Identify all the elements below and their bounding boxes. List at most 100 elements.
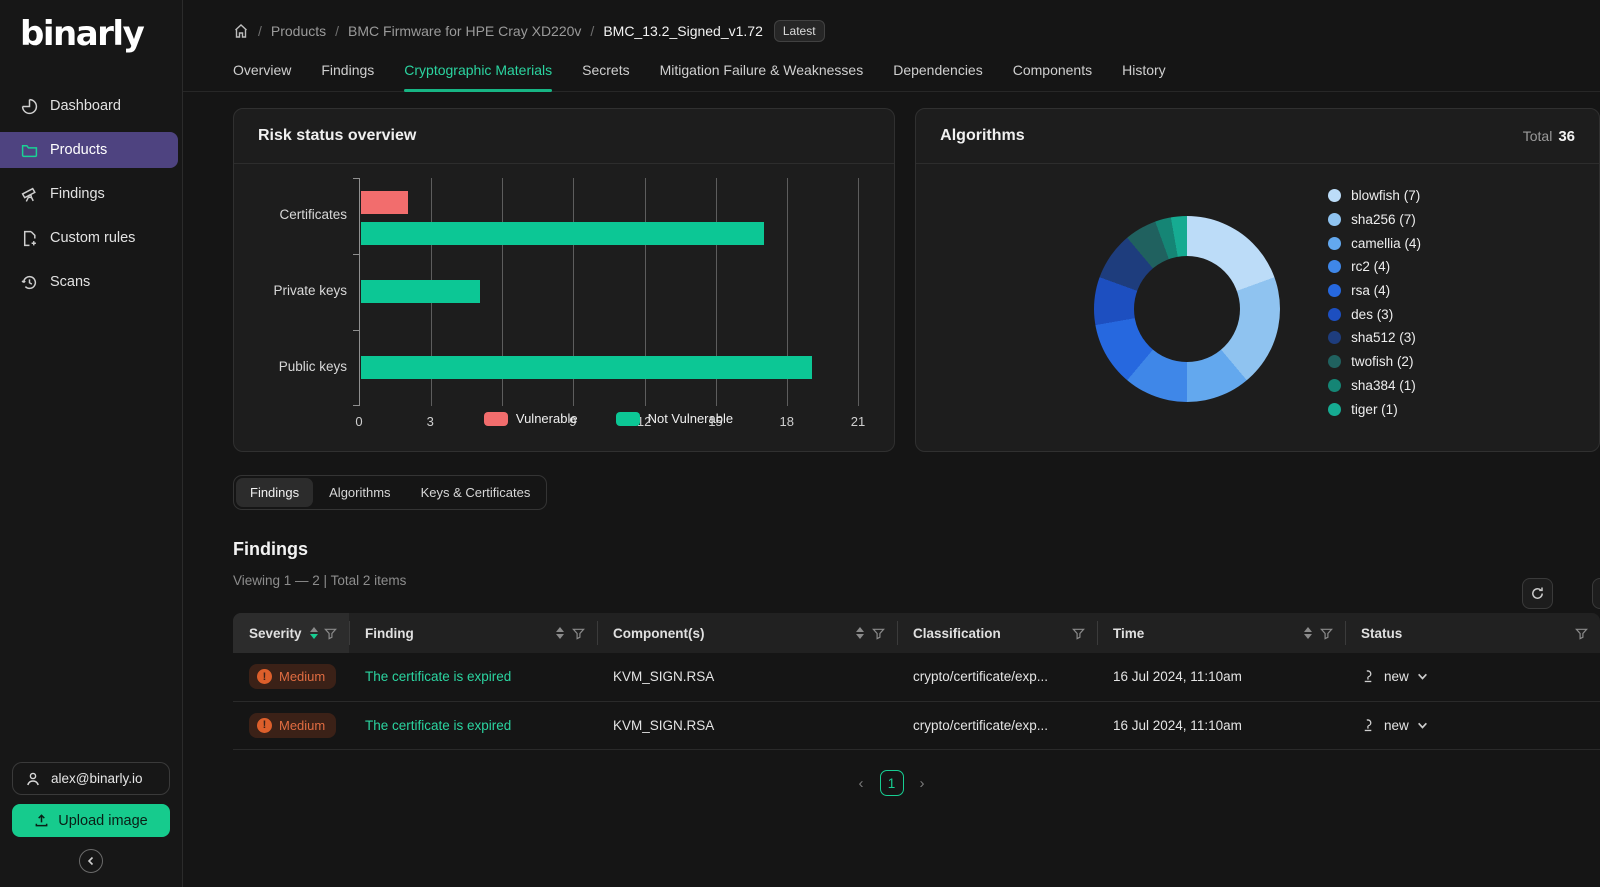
latest-badge: Latest — [773, 20, 825, 42]
home-icon[interactable] — [233, 23, 249, 39]
time-cell: 16 Jul 2024, 11:10am — [1113, 669, 1242, 685]
tab-dependencies[interactable]: Dependencies — [893, 62, 983, 91]
column-header-time[interactable]: Time — [1097, 613, 1345, 653]
sidebar-item-findings[interactable]: Findings — [0, 176, 178, 212]
tab-findings[interactable]: Findings — [321, 62, 374, 91]
sort-icon[interactable] — [1304, 627, 1312, 639]
legend-item-rc2: rc2 (4) — [1328, 255, 1421, 279]
sidebar-item-label: Scans — [50, 274, 91, 290]
account-button[interactable]: alex@binarly.io — [12, 762, 170, 795]
classification-cell: crypto/certificate/exp... — [913, 669, 1049, 685]
breadcrumb-products[interactable]: Products — [271, 23, 326, 39]
status-dropdown[interactable]: new — [1361, 669, 1428, 684]
severity-exclamation-icon: ! — [257, 717, 272, 733]
table-settings-button[interactable] — [1592, 578, 1600, 609]
summary-cards: Risk status overview Certificates Privat… — [233, 108, 1600, 452]
status-stamp-icon — [1364, 670, 1372, 683]
sidebar-item-label: Findings — [50, 186, 105, 202]
filter-icon[interactable] — [1320, 627, 1333, 640]
column-header-severity[interactable]: Severity — [233, 613, 349, 653]
legend-item-sha512: sha512 (3) — [1328, 326, 1421, 350]
legend-item-camellia: camellia (4) — [1328, 231, 1421, 255]
refresh-icon — [1532, 587, 1543, 599]
column-header-classification[interactable]: Classification — [897, 613, 1097, 653]
filter-icon[interactable] — [572, 627, 585, 640]
bar-certificates-not-vulnerable — [361, 222, 765, 245]
breadcrumb-version: BMC_13.2_Signed_v1.72 — [603, 23, 763, 39]
subtab-algorithms[interactable]: Algorithms — [315, 478, 404, 507]
sort-icon[interactable] — [556, 627, 564, 639]
risk-bar-chart: Certificates Private keys Public keys 0 … — [234, 164, 894, 452]
prev-page-button[interactable]: ‹ — [859, 775, 864, 792]
tab-history[interactable]: History — [1122, 62, 1166, 91]
refresh-button[interactable] — [1522, 578, 1553, 609]
tab-bar: Overview Findings Cryptographic Material… — [183, 42, 1600, 92]
tab-components[interactable]: Components — [1013, 62, 1092, 91]
bar-certificates-vulnerable — [361, 191, 409, 214]
column-header-finding[interactable]: Finding — [349, 613, 597, 653]
table-row[interactable]: ! Medium The certificate is expired KVM_… — [233, 653, 1600, 702]
vulnerable-swatch — [483, 411, 508, 426]
chevron-left-icon — [87, 856, 94, 866]
finding-link[interactable]: The certificate is expired — [365, 669, 511, 684]
binarly-logo: binarly — [20, 14, 145, 54]
legend-item-blowfish: blowfish (7) — [1328, 184, 1421, 208]
column-header-status[interactable]: Status — [1345, 613, 1600, 653]
category-label: Certificates — [279, 207, 347, 222]
column-header-components[interactable]: Component(s) — [597, 613, 897, 653]
sort-icon[interactable] — [856, 627, 864, 639]
tab-overview[interactable]: Overview — [233, 62, 291, 91]
tab-secrets[interactable]: Secrets — [582, 62, 629, 91]
breadcrumb: / Products / BMC Firmware for HPE Cray X… — [183, 0, 1600, 42]
legend-item-des: des (3) — [1328, 302, 1421, 326]
filter-icon[interactable] — [1575, 627, 1588, 640]
sidebar-item-custom-rules[interactable]: Custom rules — [0, 220, 178, 256]
sidebar-item-products[interactable]: Products — [0, 132, 178, 168]
sort-icon[interactable] — [309, 627, 318, 639]
algorithms-legend: blowfish (7) sha256 (7) camellia (4) rc2… — [1328, 184, 1421, 421]
page-number[interactable]: 1 — [879, 770, 904, 796]
classification-cell: crypto/certificate/exp... — [913, 717, 1049, 733]
tab-mitigation[interactable]: Mitigation Failure & Weaknesses — [660, 62, 864, 91]
status-dropdown[interactable]: new — [1361, 718, 1428, 733]
table-row[interactable]: ! Medium The certificate is expired KVM_… — [233, 702, 1600, 750]
sidebar-item-scans[interactable]: Scans — [0, 264, 178, 300]
app-window: binarly Dashboard Products Findings Cust… — [0, 0, 1600, 887]
legend-item-rsa: rsa (4) — [1328, 279, 1421, 303]
collapse-sidebar-button[interactable] — [79, 849, 103, 873]
findings-viewing-summary: Viewing 1 — 2 | Total 2 items — [233, 573, 407, 588]
filter-icon[interactable] — [872, 627, 885, 640]
category-label: Private keys — [273, 283, 347, 298]
chevron-down-icon — [1417, 722, 1427, 729]
next-page-button[interactable]: › — [920, 775, 925, 792]
status-value: new — [1384, 669, 1409, 685]
severity-exclamation-icon: ! — [257, 669, 272, 685]
component-cell: KVM_SIGN.RSA — [613, 717, 715, 733]
subtab-findings[interactable]: Findings — [236, 478, 314, 507]
status-stamp-icon — [1364, 719, 1372, 731]
bar-public-keys-not-vulnerable — [361, 356, 812, 379]
main-content: / Products / BMC Firmware for HPE Cray X… — [183, 0, 1600, 887]
breadcrumb-product-name[interactable]: BMC Firmware for HPE Cray XD220v — [348, 23, 581, 39]
upload-image-button[interactable]: Upload image — [12, 804, 170, 837]
finding-link[interactable]: The certificate is expired — [365, 718, 511, 733]
sidebar-item-dashboard[interactable]: Dashboard — [0, 88, 178, 124]
filter-icon[interactable] — [324, 627, 337, 640]
findings-table: Severity Finding Component(s) Classifica… — [233, 613, 1600, 750]
tab-cryptographic-materials[interactable]: Cryptographic Materials — [404, 62, 552, 92]
telescope-icon — [20, 185, 38, 203]
chart-legend: Vulnerable Not Vulnerable — [359, 411, 858, 426]
subtab-keys-certificates[interactable]: Keys & Certificates — [407, 478, 545, 507]
filter-icon[interactable] — [1072, 627, 1085, 640]
findings-section-title: Findings — [233, 539, 308, 559]
legend-item-sha256: sha256 (7) — [1328, 208, 1421, 232]
legend-item-sha384: sha384 (1) — [1328, 374, 1421, 398]
not-vulnerable-legend-label: Not Vulnerable — [647, 411, 734, 426]
upload-image-label: Upload image — [58, 812, 148, 829]
sidebar-item-label: Products — [50, 142, 108, 158]
severity-badge: ! Medium — [249, 664, 337, 690]
not-vulnerable-swatch — [615, 411, 640, 426]
materials-subtabs: Findings Algorithms Keys & Certificates — [233, 475, 548, 510]
legend-item-twofish: twofish (2) — [1328, 350, 1421, 374]
pie-chart-icon — [20, 97, 38, 115]
